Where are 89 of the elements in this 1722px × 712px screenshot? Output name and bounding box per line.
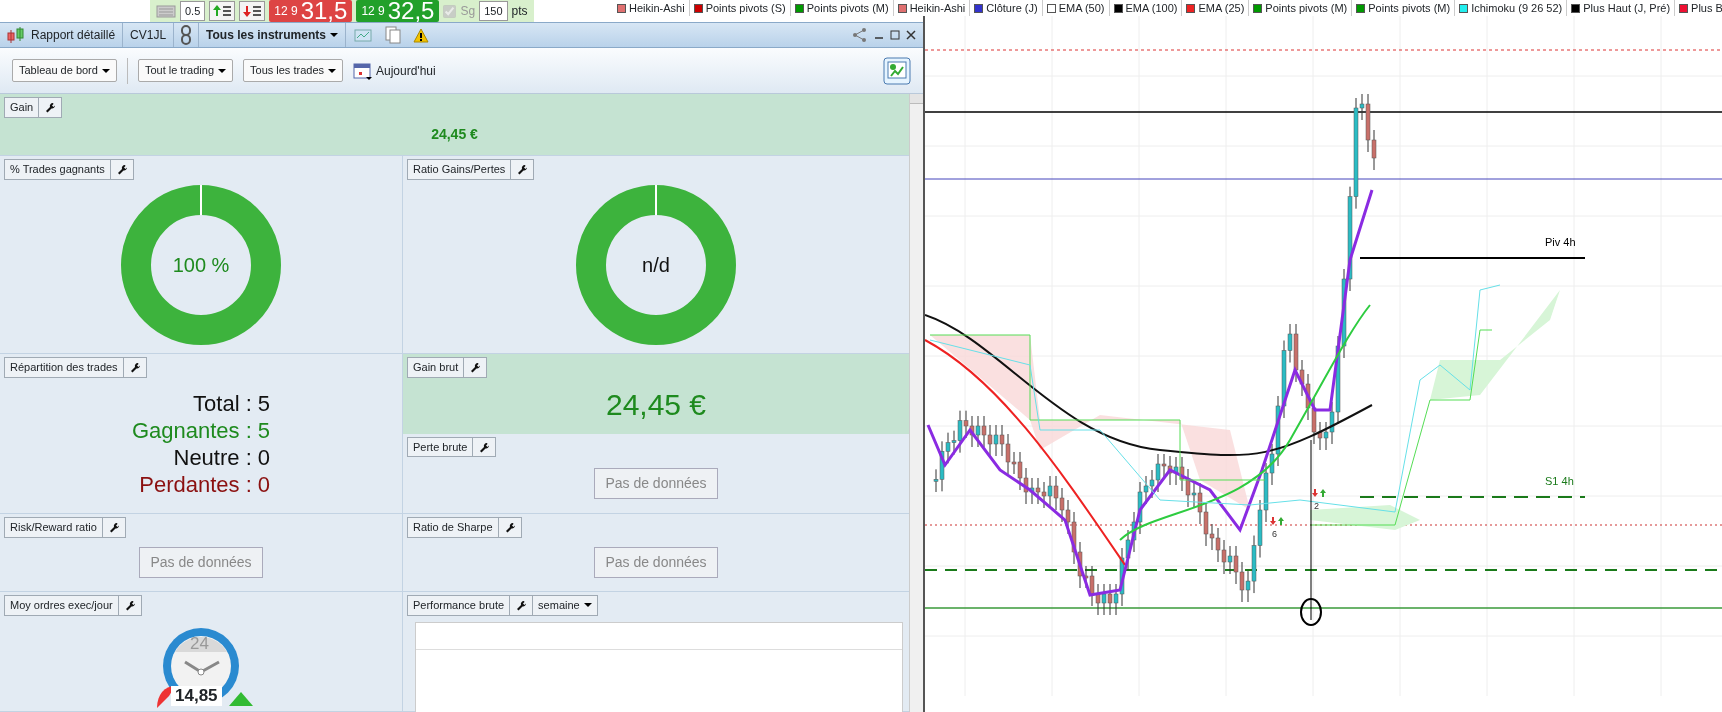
calendar-icon [353, 60, 373, 81]
close-icon[interactable] [906, 30, 916, 40]
legend-label: Plus Haut (J, Pré) [1583, 0, 1671, 16]
signal-count-label: 6 [1272, 528, 1277, 541]
breakdown-line: Perdantes : 0 [138, 470, 271, 498]
signal-count-label: 2 [1314, 500, 1319, 513]
legend-label: Points pivots (M) [1368, 0, 1451, 16]
price-lots: 12 9 [274, 3, 298, 20]
filter-dropdown[interactable]: Tableau de bord [12, 59, 117, 82]
wrench-icon [516, 163, 529, 176]
indicator-legend-item[interactable]: Points pivots (S) [689, 0, 791, 16]
legend-label: Clôture (J) [986, 0, 1038, 16]
indicator-legend-item[interactable]: Points pivots (M) [1352, 0, 1456, 16]
legend-label: Points pivots (S) [705, 0, 786, 16]
widget-title: Gain brut [412, 360, 460, 375]
widget-title: Moy ordres exec/jour [9, 598, 114, 613]
widget-title: Ratio de Sharpe [412, 520, 494, 535]
legend-label: EMA (25) [1198, 0, 1245, 16]
widget-title: Perte brute [412, 439, 469, 455]
indicator-legend-item[interactable]: Points pivots (M) [790, 0, 894, 16]
price-value: 32,5 [387, 0, 435, 22]
report-title-tab[interactable]: Rapport détaillé [0, 23, 124, 47]
gain-value: 24,45 € [431, 125, 478, 145]
indicator-legend-item[interactable]: EMA (25) [1182, 0, 1250, 16]
legend-label: Heikin-Ashi [629, 0, 685, 16]
price-value: 31,5 [300, 0, 348, 22]
buy-sell-arrows-icon [1311, 488, 1327, 498]
indicator-legend-item[interactable]: EMA (100) [1109, 0, 1183, 16]
filter-dropdown[interactable]: Tous les trades [243, 59, 343, 82]
support-level-label: S1 4h [1545, 474, 1574, 489]
legend-label: Heikin-Ashi [909, 0, 966, 16]
indicator-legend-item[interactable]: Heikin-Ashi [893, 0, 971, 16]
quantity-field[interactable]: 0.5 [180, 1, 206, 21]
widget-title: Répartition des trades [9, 360, 119, 375]
gauge-dial-label: 24 [190, 633, 209, 655]
share-icon[interactable] [852, 27, 868, 43]
legend-label: Ichimoku (9 26 52) [1471, 0, 1563, 16]
breakdown-line: Gagnantes : 5 [131, 416, 271, 444]
maximize-icon[interactable] [890, 30, 900, 40]
indicator-legend-item[interactable]: Plus B [1675, 0, 1722, 16]
sg-label: Sg [460, 3, 476, 20]
legend-label: EMA (50) [1058, 0, 1105, 16]
buy-order-button[interactable] [209, 1, 236, 21]
points-field[interactable]: 150 [479, 1, 508, 21]
chain-link-icon [181, 25, 192, 45]
gain-value: 24,45 € [605, 386, 707, 423]
instrument-filter-dropdown[interactable]: Tous les instruments [199, 23, 346, 47]
donut-label: 100 % [172, 252, 230, 278]
hand-drawn-circle [1300, 598, 1322, 626]
legend-label: Plus B [1691, 0, 1722, 16]
account-label: CV1JL [123, 23, 175, 47]
indicator-legend-item[interactable]: Plus Haut (J, Pré) [1567, 0, 1676, 16]
date-label: Aujourd'hui [376, 62, 436, 80]
sell-order-button[interactable] [239, 1, 266, 21]
indicator-legend-item[interactable]: Heikin-Ashi [613, 0, 690, 16]
widget-title: Risk/Reward ratio [9, 520, 98, 535]
wrench-icon [44, 101, 57, 114]
widget-title: Ratio Gains/Pertes [412, 162, 507, 177]
filter-dropdown[interactable]: Tout le trading [137, 59, 233, 82]
warning-icon [412, 27, 429, 43]
scrollbar[interactable] [909, 94, 923, 712]
donut-label: n/d [642, 252, 670, 278]
sell-price-button[interactable]: 12 9 31,5 [269, 0, 353, 22]
widget-title: Performance brute [412, 598, 506, 613]
up-arrow-list-icon [212, 4, 233, 18]
date-button[interactable]: Aujourd'hui [353, 60, 436, 81]
wrench-icon [469, 361, 482, 374]
breakdown-line: Neutre : 0 [172, 443, 271, 471]
legend-label: EMA (100) [1125, 0, 1178, 16]
indicator-legend-item[interactable]: Points pivots (M) [1249, 0, 1353, 16]
points-unit: pts [511, 3, 528, 20]
candlestick-icon [7, 27, 25, 43]
price-lots: 12 9 [361, 3, 385, 20]
wrench-icon [478, 440, 491, 453]
breakdown-line: Total : 5 [192, 389, 271, 417]
pivot-level-label: Piv 4h [1545, 235, 1576, 250]
indicator-legend-item[interactable]: Ichimoku (9 26 52) [1455, 0, 1568, 16]
wrench-icon [515, 599, 528, 612]
widget-title: Gain [9, 100, 35, 115]
widget-title: % Trades gagnants [9, 162, 106, 177]
gauge-value: 14,85 [171, 686, 222, 706]
report-title: Rapport détaillé [31, 27, 116, 44]
report-settings-icon[interactable] [883, 56, 911, 85]
indicator-legend-item[interactable]: Clôture (J) [970, 0, 1043, 16]
legend-label: Points pivots (M) [1265, 0, 1348, 16]
legend-label: Points pivots (M) [806, 0, 889, 16]
buy-sell-arrows-icon [1269, 516, 1285, 526]
indicator-legend-item[interactable]: EMA (50) [1042, 0, 1110, 16]
down-arrow-list-icon [242, 4, 263, 18]
